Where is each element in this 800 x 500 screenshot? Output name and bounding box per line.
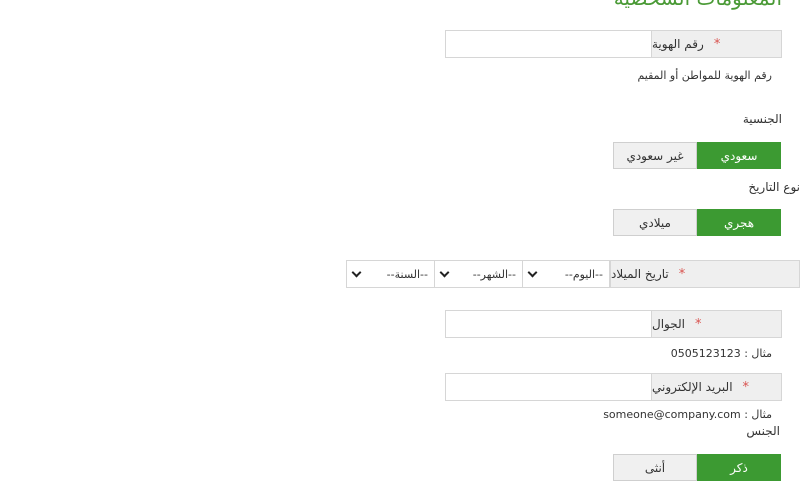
year-select[interactable]: --السنة--: [346, 260, 434, 288]
date-type-option-hijri[interactable]: هجري: [697, 209, 781, 236]
birth-date-field: --السنة-- --الشهر-- --اليوم-- * تاريخ الم…: [346, 260, 800, 288]
date-type-toggle: ميلادي هجري: [613, 209, 781, 236]
date-type-label: نوع التاريخ: [748, 180, 800, 194]
mobile-hint: مثال : 0505123123: [670, 347, 772, 360]
mobile-label: * الجوال: [652, 310, 782, 338]
date-type-option-gregorian[interactable]: ميلادي: [613, 209, 697, 236]
mobile-input[interactable]: [445, 310, 652, 338]
email-hint: مثال : someone@company.com: [603, 408, 772, 421]
gender-option-female[interactable]: أنثى: [613, 454, 697, 481]
required-asterisk-icon: *: [678, 266, 686, 282]
nationality-option-non-saudi[interactable]: غير سعودي: [613, 142, 697, 169]
id-number-field: * رقم الهوية: [445, 30, 782, 58]
gender-label: الجنس: [746, 424, 780, 438]
chevron-down-icon: [527, 267, 538, 277]
id-number-input[interactable]: [445, 30, 652, 58]
required-asterisk-icon: *: [742, 379, 750, 395]
nationality-toggle: غير سعودي سعودي: [613, 142, 781, 169]
id-number-hint: رقم الهوية للمواطن أو المقيم: [637, 69, 772, 82]
required-asterisk-icon: *: [695, 316, 702, 332]
email-label: * البريد الإلكتروني: [652, 373, 782, 401]
gender-toggle: أنثى ذكر: [613, 454, 781, 481]
email-input[interactable]: [445, 373, 652, 401]
day-select[interactable]: --اليوم--: [522, 260, 610, 288]
email-field: * البريد الإلكتروني: [445, 373, 782, 401]
birth-date-label: * تاريخ الميلاد: [610, 260, 800, 288]
mobile-field: * الجوال: [445, 310, 782, 338]
chevron-down-icon: [351, 267, 362, 277]
nationality-label: الجنسية: [742, 112, 782, 126]
chevron-down-icon: [439, 267, 450, 277]
required-asterisk-icon: *: [713, 36, 721, 52]
gender-option-male[interactable]: ذكر: [697, 454, 781, 481]
page-title: المعلومات الشخصية: [614, 0, 782, 10]
id-number-label: * رقم الهوية: [652, 30, 782, 58]
nationality-option-saudi[interactable]: سعودي: [697, 142, 781, 169]
month-select[interactable]: --الشهر--: [434, 260, 522, 288]
